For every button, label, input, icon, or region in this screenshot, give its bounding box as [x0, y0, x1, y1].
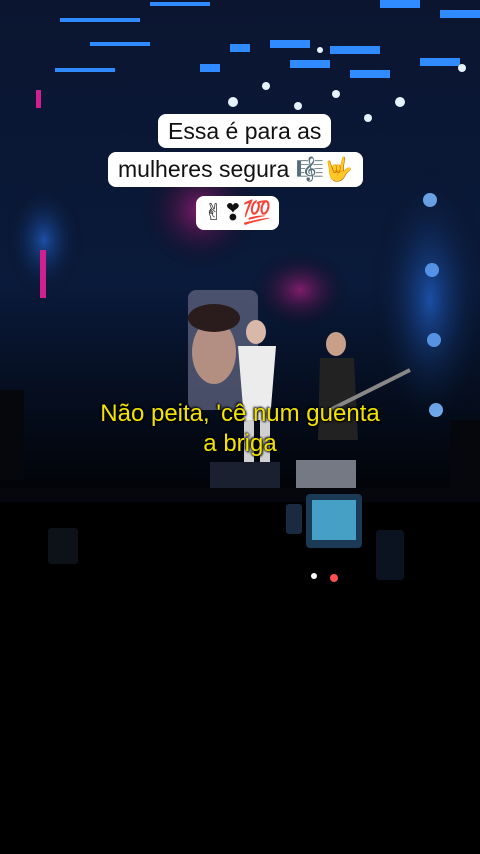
caption-line-1: Essa é para as [158, 114, 332, 148]
music-and-rock-emoji-icon: 🎼🤟 [295, 157, 353, 183]
caption-line-2-text: mulheres segura [118, 156, 290, 182]
caption-line-2: mulheres segura 🎼🤟 [108, 152, 363, 187]
peace-heart-hundred-emoji-icon: ✌❣💯 [204, 200, 272, 226]
subtitle-line-2: a briga [203, 430, 277, 457]
subtitle-line-1: Não peita, 'cê num guenta [100, 400, 380, 427]
caption-line-3: ✌❣💯 [196, 196, 280, 230]
caption-line-1-text: Essa é para as [168, 118, 322, 144]
